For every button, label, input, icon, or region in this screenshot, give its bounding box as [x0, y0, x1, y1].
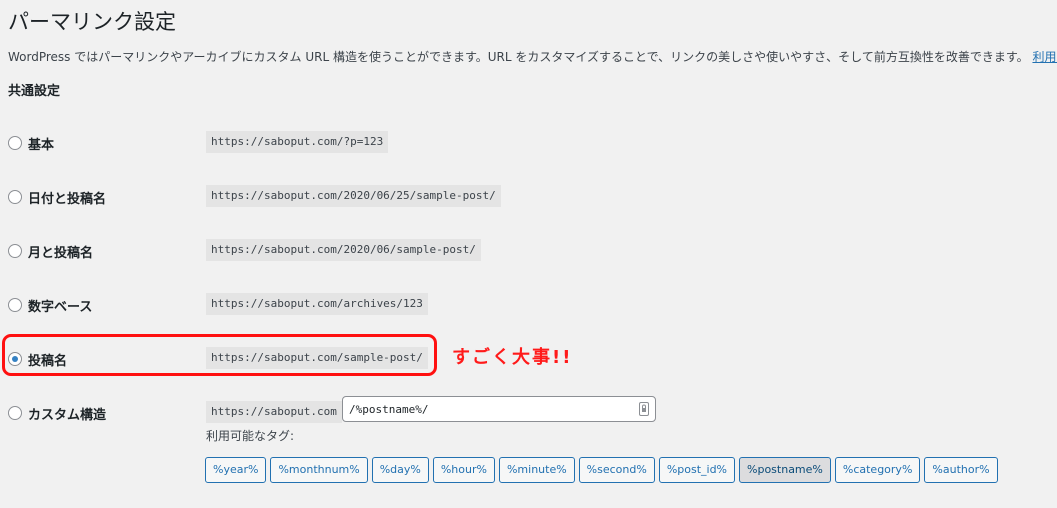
custom-structure-field[interactable]: [342, 396, 656, 422]
available-tags-link[interactable]: 利用できるタグ: [1032, 50, 1057, 64]
radio-basic[interactable]: [8, 136, 22, 150]
intro-text: WordPress ではパーマリンクやアーカイブにカスタム URL 構造を使うこ…: [8, 48, 1057, 65]
radio-post-name[interactable]: [8, 352, 22, 366]
tag-button-category[interactable]: %category%: [834, 457, 921, 483]
tag-button-list: %year% %monthnum% %day% %hour% %minute% …: [205, 457, 998, 483]
password-manager-icon[interactable]: [639, 402, 649, 416]
tag-button-postname[interactable]: %postname%: [739, 457, 831, 483]
radio-custom[interactable]: [8, 406, 22, 420]
custom-structure-input[interactable]: [349, 400, 629, 418]
option-label[interactable]: 基本: [28, 134, 54, 153]
available-tags-label: 利用可能なタグ:: [206, 429, 295, 443]
tag-button-second[interactable]: %second%: [578, 457, 655, 483]
example-url: https://saboput.com/sample-post/: [206, 347, 428, 369]
section-title-common: 共通設定: [8, 84, 61, 99]
tag-button-hour[interactable]: %hour%: [432, 457, 495, 483]
tag-button-day[interactable]: %day%: [371, 457, 429, 483]
option-label[interactable]: 月と投稿名: [28, 242, 93, 261]
tag-button-year[interactable]: %year%: [205, 457, 267, 483]
permalink-option-numeric[interactable]: 数字ベース https://saboput.com/archives/123: [0, 293, 1057, 319]
example-url: https://saboput.com/2020/06/sample-post/: [206, 239, 481, 261]
permalink-option-month-name[interactable]: 月と投稿名 https://saboput.com/2020/06/sample…: [0, 239, 1057, 265]
example-url: https://saboput.com/archives/123: [206, 293, 428, 315]
tag-button-author[interactable]: %author%: [924, 457, 998, 483]
tag-button-post-id[interactable]: %post_id%: [658, 457, 736, 483]
annotation-text: すごく大事!!: [452, 347, 573, 368]
radio-day-name[interactable]: [8, 190, 22, 204]
radio-numeric[interactable]: [8, 298, 22, 312]
permalink-option-day-name[interactable]: 日付と投稿名 https://saboput.com/2020/06/25/sa…: [0, 185, 1057, 211]
tag-button-monthnum[interactable]: %monthnum%: [270, 457, 368, 483]
page-title: パーマリンク設定: [8, 10, 176, 34]
option-label[interactable]: カスタム構造: [28, 404, 106, 423]
tag-button-minute[interactable]: %minute%: [498, 457, 575, 483]
option-label[interactable]: 数字ベース: [28, 296, 92, 315]
option-label[interactable]: 投稿名: [28, 350, 67, 369]
example-url: https://saboput.com/2020/06/25/sample-po…: [206, 185, 501, 207]
radio-month-name[interactable]: [8, 244, 22, 258]
permalink-option-basic[interactable]: 基本 https://saboput.com/?p=123: [0, 131, 1057, 157]
intro-description: WordPress ではパーマリンクやアーカイブにカスタム URL 構造を使うこ…: [8, 50, 1029, 64]
option-label[interactable]: 日付と投稿名: [28, 188, 106, 207]
example-url: https://saboput.com/?p=123: [206, 131, 389, 153]
custom-url-prefix: https://saboput.com: [206, 401, 342, 423]
